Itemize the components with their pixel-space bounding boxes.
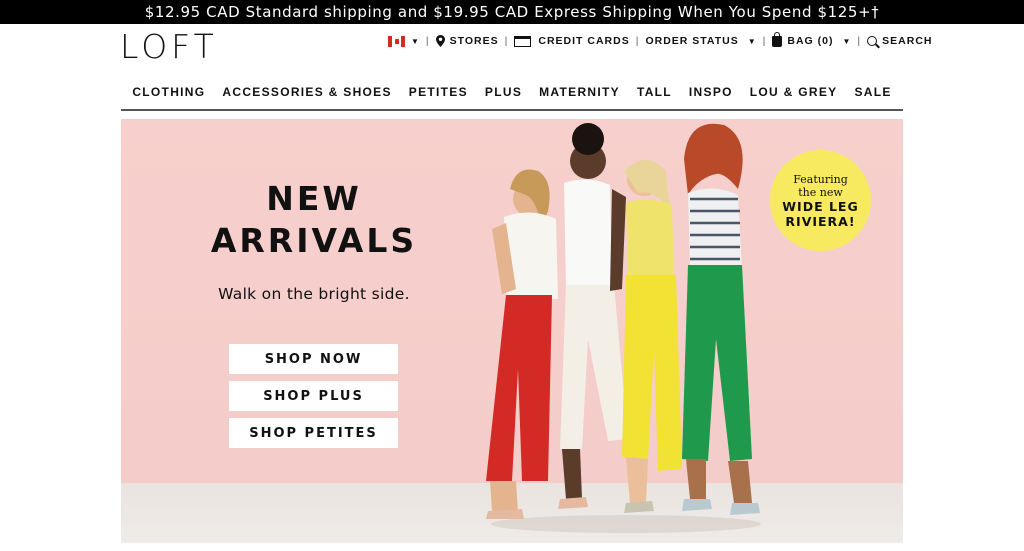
hero-subtitle: Walk on the bright side. xyxy=(218,285,410,303)
map-pin-icon xyxy=(435,35,445,47)
models-photo xyxy=(486,123,761,533)
loft-logo[interactable]: LOFT xyxy=(120,30,218,64)
stores-link[interactable]: STORES xyxy=(435,35,499,47)
search-link[interactable]: SEARCH xyxy=(867,35,932,47)
search-label: SEARCH xyxy=(882,35,933,47)
shop-plus-button[interactable]: SHOP PLUS xyxy=(229,381,398,411)
search-icon xyxy=(867,36,878,46)
nav-item-petites[interactable]: PETITES xyxy=(400,82,476,102)
chevron-down-icon: ▼ xyxy=(747,36,757,46)
badge-line1: Featuring xyxy=(793,172,848,186)
nav-item-tall[interactable]: TALL xyxy=(628,82,680,102)
nav-item-maternity[interactable]: MATERNITY xyxy=(531,82,629,102)
bag-icon xyxy=(772,31,783,47)
separator: | xyxy=(425,35,430,47)
shop-petites-button[interactable]: SHOP PETITES xyxy=(229,418,398,448)
promo-text: $12.95 CAD Standard shipping and $19.95 … xyxy=(144,3,880,21)
promo-badge[interactable]: Featuring the new WIDE LEG RIVIERA! xyxy=(770,150,871,251)
badge-line3: WIDE LEG xyxy=(782,198,859,214)
nav-item-plus[interactable]: PLUS xyxy=(476,82,530,102)
utility-nav: ▼ | STORES | CREDIT CARDS | ORDER STATUS… xyxy=(388,31,932,49)
nav-item-sale[interactable]: SALE xyxy=(846,82,900,102)
hero-title-line2: ARRIVALS xyxy=(210,221,418,260)
credit-cards-label: CREDIT CARDS xyxy=(538,35,630,47)
order-status-label: ORDER STATUS xyxy=(645,35,739,47)
country-selector[interactable]: ▼ xyxy=(388,35,420,47)
separator: | xyxy=(635,35,640,47)
nav-item-accessories-shoes[interactable]: ACCESSORIES & SHOES xyxy=(214,82,400,102)
hero-title-line1: NEW xyxy=(266,179,362,218)
hero-title: NEW ARRIVALS xyxy=(121,178,507,262)
bag-label: BAG (0) xyxy=(787,35,834,47)
nav-item-clothing[interactable]: CLOTHING xyxy=(124,82,214,102)
credit-card-icon xyxy=(514,35,532,47)
credit-cards-link[interactable]: CREDIT CARDS xyxy=(514,35,629,47)
bag-link[interactable]: BAG (0) ▼ xyxy=(772,31,852,47)
chevron-down-icon: ▼ xyxy=(411,36,420,46)
badge-line2: the new xyxy=(798,185,843,199)
separator: | xyxy=(504,35,509,47)
nav-item-inspo[interactable]: INSPO xyxy=(680,82,741,102)
nav-item-lou-grey[interactable]: LOU & GREY xyxy=(741,82,846,102)
hero-banner[interactable]: NEW ARRIVALS Walk on the bright side. SH… xyxy=(121,119,903,543)
main-nav: CLOTHING ACCESSORIES & SHOES PETITES PLU… xyxy=(121,82,903,102)
separator: | xyxy=(857,35,862,47)
canada-flag-icon xyxy=(388,35,405,47)
promo-banner[interactable]: $12.95 CAD Standard shipping and $19.95 … xyxy=(0,0,1024,24)
stores-label: STORES xyxy=(449,35,499,47)
badge-line4: RIVIERA! xyxy=(785,213,856,229)
order-status-link[interactable]: ORDER STATUS ▼ xyxy=(645,35,756,47)
chevron-down-icon: ▼ xyxy=(842,36,852,46)
shop-now-button[interactable]: SHOP NOW xyxy=(229,344,398,374)
separator: | xyxy=(762,35,767,47)
nav-divider xyxy=(121,109,903,111)
